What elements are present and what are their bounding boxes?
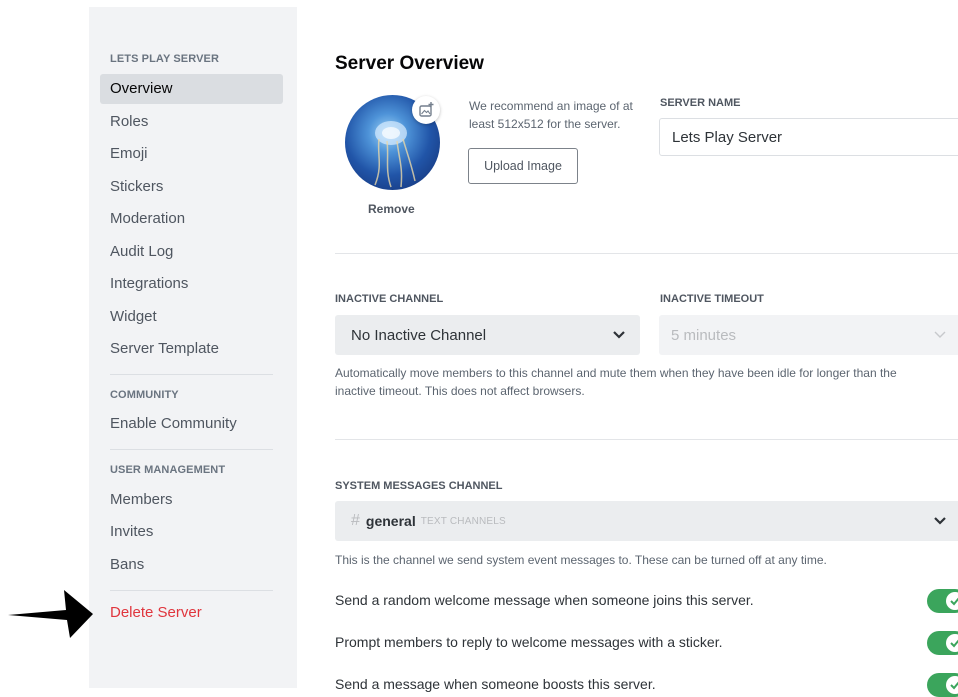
system-messages-label: SYSTEM MESSAGES CHANNEL [335, 480, 503, 492]
sidebar-item-overview[interactable]: Overview [100, 74, 283, 104]
checkmark-icon [950, 597, 958, 606]
inactive-channel-value: No Inactive Channel [351, 326, 487, 344]
system-channel-name: general [365, 513, 416, 529]
chevron-down-icon [613, 331, 625, 339]
sidebar-item-emoji[interactable]: Emoji [100, 139, 283, 169]
image-recommendation-text: We recommend an image of at least 512x51… [469, 99, 633, 131]
arrow-pointer-icon [8, 590, 93, 638]
system-channel-category: TEXT CHANNELS [420, 515, 506, 527]
sidebar-item-invites[interactable]: Invites [100, 517, 283, 547]
server-name-value: Lets Play Server [672, 128, 783, 146]
sidebar-item-server-template[interactable]: Server Template [100, 334, 283, 364]
inactive-channel-select[interactable]: No Inactive Channel [335, 315, 640, 355]
upload-image-button[interactable]: Upload Image [468, 148, 578, 184]
sidebar-item-members[interactable]: Members [100, 485, 283, 515]
section-divider [335, 253, 958, 254]
inactive-help-text: Automatically move members to this chann… [335, 366, 897, 398]
checkmark-icon [950, 639, 958, 648]
chevron-down-icon [934, 331, 946, 338]
toggle-knob [946, 634, 958, 652]
sidebar-separator [110, 590, 273, 591]
sidebar-item-enable-community[interactable]: Enable Community [100, 409, 283, 439]
sidebar-item-roles[interactable]: Roles [100, 107, 283, 137]
add-image-button[interactable] [412, 96, 440, 124]
toggle-knob [946, 676, 958, 694]
sidebar-item-bans[interactable]: Bans [100, 550, 283, 580]
inactive-timeout-select: 5 minutes [659, 315, 958, 355]
sidebar-item-widget[interactable]: Widget [100, 302, 283, 332]
system-help-text: This is the channel we send system event… [335, 553, 827, 567]
sidebar-item-audit-log[interactable]: Audit Log [100, 237, 283, 267]
system-channel-select[interactable]: # general TEXT CHANNELS [335, 501, 958, 541]
server-name-label: SERVER NAME [660, 97, 741, 109]
inactive-timeout-label: INACTIVE TIMEOUT [660, 293, 764, 305]
sticker-reply-toggle[interactable] [927, 631, 958, 655]
server-name-input[interactable]: Lets Play Server [659, 118, 958, 156]
page-title: Server Overview [335, 53, 484, 74]
chevron-down-icon [934, 517, 946, 525]
server-name-header: LETS PLAY SERVER [110, 53, 219, 65]
welcome-message-toggle[interactable] [927, 589, 958, 613]
section-divider [335, 439, 958, 440]
sidebar-item-stickers[interactable]: Stickers [100, 172, 283, 202]
sidebar-item-integrations[interactable]: Integrations [100, 269, 283, 299]
inactive-channel-label: INACTIVE CHANNEL [335, 293, 444, 305]
welcome-message-toggle-label: Send a random welcome message when someo… [335, 592, 754, 608]
boost-message-toggle-label: Send a message when someone boosts this … [335, 676, 656, 692]
sidebar-item-moderation[interactable]: Moderation [100, 204, 283, 234]
remove-image-link[interactable]: Remove [368, 202, 415, 216]
community-header: COMMUNITY [110, 389, 179, 401]
inactive-timeout-value: 5 minutes [671, 326, 737, 344]
sidebar-separator [110, 374, 273, 375]
hash-icon: # [351, 512, 360, 529]
sidebar-item-delete-server[interactable]: Delete Server [100, 598, 283, 628]
add-image-icon [419, 102, 434, 117]
boost-message-toggle[interactable] [927, 673, 958, 697]
sidebar-separator [110, 449, 273, 450]
checkmark-icon [950, 681, 958, 690]
settings-sidebar: LETS PLAY SERVER Overview Roles Emoji St… [89, 7, 297, 688]
sticker-reply-toggle-label: Prompt members to reply to welcome messa… [335, 634, 723, 650]
toggle-knob [946, 592, 958, 610]
user-management-header: USER MANAGEMENT [110, 464, 226, 476]
